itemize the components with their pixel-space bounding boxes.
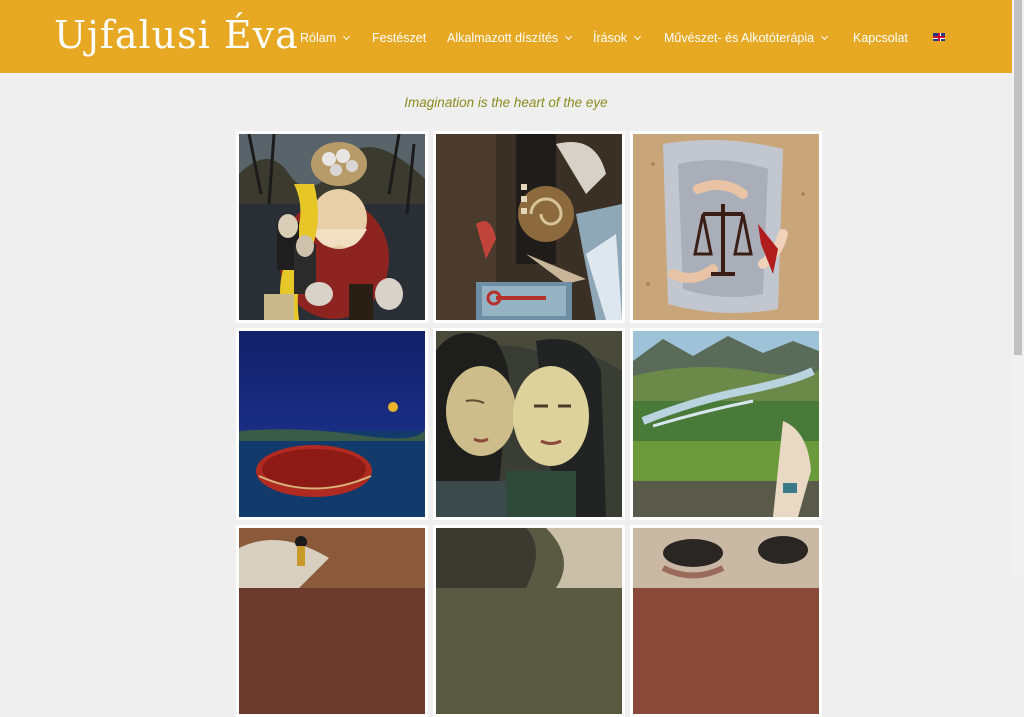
nav-item-alkalmazott-diszites[interactable]: Alkalmazott díszítés [447, 29, 573, 47]
gallery-item[interactable] [630, 525, 822, 717]
painting-key-collage [436, 134, 622, 320]
nav-item-festeszet[interactable]: Festészet [372, 29, 426, 47]
uk-flag-icon[interactable] [933, 33, 945, 41]
painting-two-faces [436, 331, 622, 517]
painting-row3-right [633, 528, 819, 714]
painting-row3-left [239, 528, 425, 714]
nav-item-irasok[interactable]: Írások [593, 29, 642, 47]
gallery-item[interactable] [433, 525, 625, 717]
gallery-item[interactable] [433, 328, 625, 520]
site-logo[interactable]: Ujfalusi Éva [54, 8, 299, 62]
nav-item-label: Művészet- és Alkotóterápia [664, 31, 815, 45]
painting-gallery [236, 131, 824, 717]
gallery-item[interactable] [630, 131, 822, 323]
gallery-item[interactable] [630, 328, 822, 520]
nav-item-label: Írások [593, 31, 628, 45]
gallery-item[interactable] [236, 131, 428, 323]
nav-item-kapcsolat[interactable]: Kapcsolat [853, 29, 908, 47]
nav-item-label: Rólam [300, 31, 337, 45]
chevron-down-icon [565, 32, 573, 41]
chevron-down-icon [343, 32, 351, 41]
gallery-item[interactable] [433, 131, 625, 323]
painting-row3-middle [436, 528, 622, 714]
nav-item-label: Festészet [372, 31, 427, 45]
gallery-item[interactable] [236, 328, 428, 520]
nav-item-muveszet-alkototerapia[interactable]: Művészet- és Alkotóterápia [664, 29, 829, 47]
site-tagline: Imagination is the heart of the eye [404, 95, 608, 110]
chevron-down-icon [821, 32, 829, 41]
nav-item-rolam[interactable]: Rólam [300, 29, 351, 47]
painting-scales-fabric [633, 134, 819, 320]
nav-item-label: Kapcsolat [853, 31, 908, 45]
page-scrollbar[interactable] [1012, 0, 1024, 576]
painting-green-landscape [633, 331, 819, 517]
nav-item-label: Alkalmazott díszítés [447, 31, 559, 45]
chevron-down-icon [634, 32, 642, 41]
scrollbar-thumb[interactable] [1014, 0, 1022, 355]
site-header: Ujfalusi Éva Rólam Festészet Alkalmazott… [0, 0, 1012, 73]
painting-surreal-portraits [239, 134, 425, 320]
painting-red-disc-night [239, 331, 425, 517]
gallery-item[interactable] [236, 525, 428, 717]
